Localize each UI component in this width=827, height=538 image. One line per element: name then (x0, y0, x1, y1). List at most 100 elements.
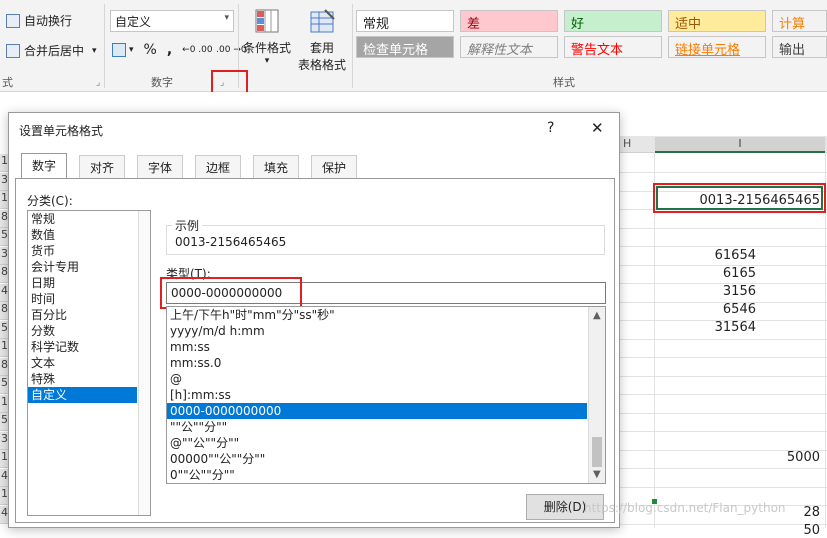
format-item[interactable]: mm:ss.0 (167, 355, 587, 371)
format-item[interactable]: 00000""公""分"" (167, 451, 587, 467)
tab-0[interactable]: 数字 (21, 153, 68, 179)
grid-line (620, 468, 827, 469)
increase-decimal-button[interactable]: ←0 .00 (182, 45, 212, 55)
decrease-decimal-button[interactable]: .00 →0 (216, 45, 246, 55)
cell-style-9[interactable]: 输出 (772, 36, 827, 58)
cell-style-5[interactable]: 检查单元格 (356, 36, 454, 58)
category-item[interactable]: 自定义 (28, 387, 137, 403)
category-scrollbar[interactable] (138, 211, 150, 515)
accounting-format-button[interactable]: ▾ (112, 43, 134, 57)
chevron-down-icon[interactable]: ▾ (92, 46, 97, 56)
type-label: 类型(T): (166, 267, 211, 281)
cell-value[interactable]: 5000 (656, 450, 820, 465)
category-item[interactable]: 时间 (28, 291, 137, 307)
percent-button[interactable]: % (144, 42, 157, 58)
active-cell-border (656, 186, 823, 210)
cell-style-3[interactable]: 适中 (668, 10, 766, 32)
ribbon: 自动换行 合并后居中 ▾ 式 ⌟ 自定义 ▾ ▾ % , ←0 .00 .00 … (0, 0, 827, 97)
wrap-text-icon (6, 13, 20, 28)
tab-3[interactable]: 边框 (195, 155, 242, 179)
column-header-i[interactable]: I (655, 137, 825, 153)
watermark: https://blog.csdn.net/Flan_python (584, 501, 786, 515)
tab-2[interactable]: 字体 (137, 155, 184, 179)
category-item[interactable]: 会计专用 (28, 259, 137, 275)
grid-line (620, 172, 827, 173)
cell-style-1[interactable]: 差 (460, 10, 558, 32)
cell-value[interactable]: 3156 (656, 284, 756, 299)
group-label-alignment: 式 (2, 76, 13, 89)
format-item[interactable]: @""公""分"" (167, 435, 587, 451)
tab-4[interactable]: 填充 (253, 155, 300, 179)
chevron-down-icon: ▾ (129, 45, 134, 55)
conditional-format-button[interactable]: 条件格式 ▾ (242, 6, 292, 66)
format-list[interactable]: 上午/下午h"时"mm"分"ss"秒" yyyy/m/d h:mm mm:ss mm:… (166, 306, 606, 484)
group-divider (238, 4, 239, 88)
tab-5[interactable]: 保护 (311, 155, 358, 179)
format-item[interactable]: [h]:mm:ss (167, 387, 587, 403)
comma-button[interactable]: , (167, 42, 172, 58)
cell-value[interactable]: 31564 (656, 320, 756, 335)
category-item[interactable]: 数值 (28, 227, 137, 243)
merge-center-button[interactable]: 合并后居中 ▾ (6, 42, 97, 59)
category-item[interactable]: 科学记数 (28, 339, 137, 355)
format-item[interactable]: mm:ss (167, 339, 587, 355)
group-label-number: 数字 (151, 76, 173, 89)
help-button[interactable]: ? (547, 120, 554, 136)
format-item[interactable]: 0000-0000000000 (167, 403, 587, 419)
cell-style-8[interactable]: 链接单元格 (668, 36, 766, 58)
format-as-table-label-1: 套用 (309, 41, 334, 55)
number-format-combo[interactable]: 自定义 ▾ (110, 10, 234, 32)
group-divider (104, 4, 105, 88)
cell-style-7[interactable]: 警告文本 (564, 36, 662, 58)
format-item[interactable]: @ (167, 371, 587, 387)
close-button[interactable]: ✕ (591, 119, 604, 137)
format-item[interactable]: yyyy/m/d h:mm (167, 323, 587, 339)
number-format-value: 自定义 (115, 15, 152, 29)
scroll-up-icon[interactable]: ▲ (593, 310, 601, 321)
cell-value[interactable]: 6546 (656, 302, 756, 317)
group-divider (352, 4, 353, 88)
dialog-launcher-icon[interactable]: ⌟ (96, 78, 100, 88)
cell-value[interactable]: 61654 (656, 248, 756, 263)
conditional-format-label: 条件格式 (242, 41, 291, 55)
grid-line (620, 338, 827, 340)
sample-value: 0013-2156465465 (175, 235, 287, 249)
scroll-down-icon[interactable]: ▼ (593, 469, 601, 480)
number-dialog-launcher-icon[interactable]: ⌟ (220, 78, 224, 88)
category-item[interactable]: 货币 (28, 243, 137, 259)
category-item[interactable]: 文本 (28, 355, 137, 371)
type-input[interactable]: 0000-0000000000 (166, 282, 606, 304)
format-item[interactable]: 上午/下午h"时"mm"分"ss"秒" (167, 307, 587, 323)
grid-line (825, 137, 826, 528)
chevron-down-icon: ▾ (224, 13, 229, 23)
category-item[interactable]: 日期 (28, 275, 137, 291)
category-item[interactable]: 特殊 (28, 371, 137, 387)
format-item[interactable]: ""公""分"" (167, 419, 587, 435)
wrap-text-button[interactable]: 自动换行 (6, 12, 72, 29)
category-item[interactable]: 常规 (28, 211, 137, 227)
category-list[interactable]: 常规 数值 货币 会计专用 日期 时间 百分比 分数 科学记数 文本 特殊 自定义 (27, 210, 151, 516)
cell-value[interactable]: 50 (656, 523, 820, 538)
column-header-h[interactable]: H (623, 137, 631, 150)
format-as-table-button[interactable]: 套用 表格格式 (294, 6, 350, 73)
cell-style-2[interactable]: 好 (564, 10, 662, 32)
cell-style-6[interactable]: 解释性文本 (460, 36, 558, 58)
sample-label: 示例 (172, 217, 203, 234)
category-item[interactable]: 分数 (28, 323, 137, 339)
wrap-text-label: 自动换行 (24, 14, 73, 28)
format-item[interactable]: 0""公""分"" (167, 467, 587, 483)
category-item[interactable]: 百分比 (28, 307, 137, 323)
tab-1[interactable]: 对齐 (79, 155, 126, 179)
grid-line (620, 394, 827, 395)
dialog-title: 设置单元格格式 (19, 124, 104, 138)
cell-style-4[interactable]: 计算 (772, 10, 827, 32)
cell-value[interactable]: 6165 (656, 266, 756, 281)
cell-style-0[interactable]: 常规 (356, 10, 454, 32)
conditional-format-icon (255, 9, 279, 33)
scroll-thumb[interactable] (592, 437, 602, 467)
grid-line (654, 137, 655, 528)
format-as-table-label-2: 表格格式 (297, 58, 346, 72)
format-scrollbar[interactable]: ▲ ▼ (588, 307, 605, 483)
merge-center-icon (6, 43, 20, 58)
category-label: 分类(C): (27, 194, 73, 208)
